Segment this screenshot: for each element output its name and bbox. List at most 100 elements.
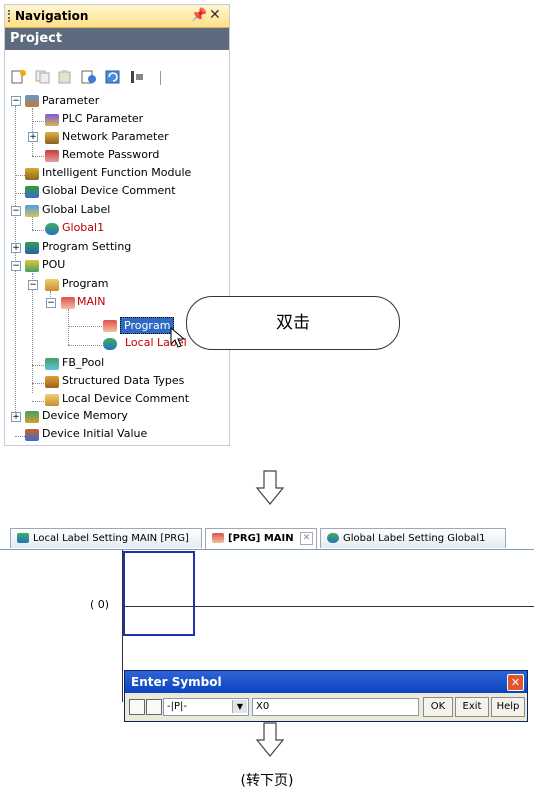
tree-item-program-selected[interactable]: Program <box>120 317 175 334</box>
pin-icon[interactable]: 📌 <box>191 8 207 23</box>
toolbar-separator <box>160 71 161 85</box>
program-icon <box>212 533 224 543</box>
tree-item-pou[interactable]: POU <box>42 258 65 271</box>
navigation-panel: Navigation 📌 ✕ Project − Parameter PLC P… <box>4 4 230 446</box>
dialog-body: -|P|- ▼ X0 OK Exit Help <box>125 693 527 721</box>
collapse-toggle[interactable]: − <box>11 206 21 216</box>
symbol-input-value: X0 <box>256 701 270 712</box>
tree-line <box>15 175 25 176</box>
exit-button[interactable]: Exit <box>455 697 489 717</box>
tree-item-network-parameter[interactable]: Network Parameter <box>62 130 169 143</box>
ok-button[interactable]: OK <box>423 697 453 717</box>
tab-strip: Local Label Setting MAIN [PRG] [PRG] MAI… <box>0 527 534 550</box>
tree-line <box>32 401 44 402</box>
instruction-select[interactable]: -|P|- ▼ <box>163 698 249 716</box>
program-icon <box>103 320 117 332</box>
continued-note: (转下页) <box>240 773 294 789</box>
collapse-toggle[interactable]: − <box>11 96 21 106</box>
tab-local-label-setting[interactable]: Local Label Setting MAIN [PRG] <box>10 528 202 548</box>
expand-toggle[interactable]: + <box>11 412 21 422</box>
tree-line <box>68 326 102 327</box>
tree-line <box>50 291 51 297</box>
local-label-icon <box>103 338 117 350</box>
grip-handle[interactable] <box>8 10 13 22</box>
global-label-icon <box>327 533 339 543</box>
tree-item-program-folder[interactable]: Program <box>62 277 108 290</box>
tab-label: [PRG] MAIN <box>228 533 294 544</box>
tree-line <box>32 273 33 393</box>
navigation-title: Navigation <box>15 9 89 23</box>
expand-toggle[interactable]: + <box>28 132 38 142</box>
find-icon[interactable] <box>129 70 145 84</box>
plc-parameter-icon <box>45 114 59 126</box>
project-title: Project <box>10 31 63 46</box>
tree-line <box>32 230 44 231</box>
chevron-down-icon[interactable]: ▼ <box>232 700 247 713</box>
ladder-canvas[interactable]: ( 0) Enter Symbol ✕ -|P|- ▼ X0 OK Exit H… <box>0 550 534 722</box>
global1-icon <box>45 223 59 235</box>
comment-icon[interactable] <box>146 699 162 715</box>
tree-line <box>32 121 44 122</box>
tree-item-main[interactable]: MAIN <box>77 295 106 308</box>
collapse-toggle[interactable]: − <box>11 261 21 271</box>
tree-item-parameter[interactable]: Parameter <box>42 94 99 107</box>
label-setting-icon <box>17 533 29 543</box>
tree-item-intelligent-function-module[interactable]: Intelligent Function Module <box>42 166 191 179</box>
tree-line <box>32 217 33 230</box>
program-setting-icon <box>25 242 39 254</box>
tree-item-global-device-comment[interactable]: Global Device Comment <box>42 184 176 197</box>
dialog-title: Enter Symbol <box>131 675 222 689</box>
expand-toggle[interactable]: + <box>11 243 21 253</box>
tree-item-global-label[interactable]: Global Label <box>42 203 110 216</box>
instruction-select-value: -|P|- <box>167 701 187 712</box>
collapse-toggle[interactable]: − <box>28 280 38 290</box>
edit-cursor[interactable] <box>123 551 195 636</box>
help-button[interactable]: Help <box>491 697 525 717</box>
callout-text: 双击 <box>276 313 310 333</box>
tree-item-plc-parameter[interactable]: PLC Parameter <box>62 112 143 125</box>
tab-label: Local Label Setting MAIN [PRG] <box>33 533 189 544</box>
main-program-icon <box>61 297 75 309</box>
step-number: ( 0) <box>90 598 110 611</box>
tree-item-fb-pool[interactable]: FB_Pool <box>62 356 104 369</box>
close-icon[interactable]: ✕ <box>209 7 221 23</box>
pou-icon <box>25 260 39 272</box>
tab-close-icon[interactable]: ✕ <box>300 532 313 545</box>
copy-icon[interactable] <box>35 70 51 84</box>
global-device-comment-icon <box>25 186 39 198</box>
structured-data-types-icon <box>45 376 59 388</box>
symbol-input[interactable]: X0 <box>252 698 419 716</box>
remote-password-icon <box>45 150 59 162</box>
tree-item-local-device-comment[interactable]: Local Device Comment <box>62 392 189 405</box>
tree-item-global1[interactable]: Global1 <box>62 221 104 234</box>
dialog-title-bar[interactable]: Enter Symbol ✕ <box>125 671 527 693</box>
tree-item-device-memory[interactable]: Device Memory <box>42 409 128 422</box>
enter-symbol-dialog: Enter Symbol ✕ -|P|- ▼ X0 OK Exit Help <box>124 670 528 722</box>
tree-item-device-initial-value[interactable]: Device Initial Value <box>42 427 147 440</box>
project-bar[interactable]: Project <box>5 28 229 50</box>
intelligent-module-icon <box>25 168 39 180</box>
down-arrow-icon <box>255 470 285 505</box>
tree-item-program-setting[interactable]: Program Setting <box>42 240 131 253</box>
callout-bubble: 双击 <box>186 296 400 350</box>
navigation-toolbar <box>5 51 229 91</box>
fb-pool-icon <box>45 358 59 370</box>
editor-area: Local Label Setting MAIN [PRG] [PRG] MAI… <box>0 527 534 722</box>
tree-line <box>68 309 69 345</box>
new-data-icon[interactable] <box>11 70 27 84</box>
local-device-comment-icon <box>45 394 59 406</box>
tree-item-structured-data-types[interactable]: Structured Data Types <box>62 374 184 387</box>
parameter-icon <box>25 95 39 107</box>
navigation-header: Navigation 📌 ✕ <box>5 5 229 28</box>
network-parameter-icon <box>45 132 59 144</box>
paste-icon[interactable] <box>57 70 73 84</box>
tree-line <box>32 156 44 157</box>
device-list-icon[interactable] <box>129 699 145 715</box>
tab-prg-main-active[interactable]: [PRG] MAIN ✕ <box>205 528 317 549</box>
dialog-close-button[interactable]: ✕ <box>507 674 524 691</box>
tree-item-remote-password[interactable]: Remote Password <box>62 148 159 161</box>
collapse-toggle[interactable]: − <box>46 298 56 308</box>
refresh-icon[interactable] <box>105 70 121 84</box>
property-icon[interactable] <box>81 70 97 84</box>
tab-global-label-setting[interactable]: Global Label Setting Global1 <box>320 528 506 548</box>
